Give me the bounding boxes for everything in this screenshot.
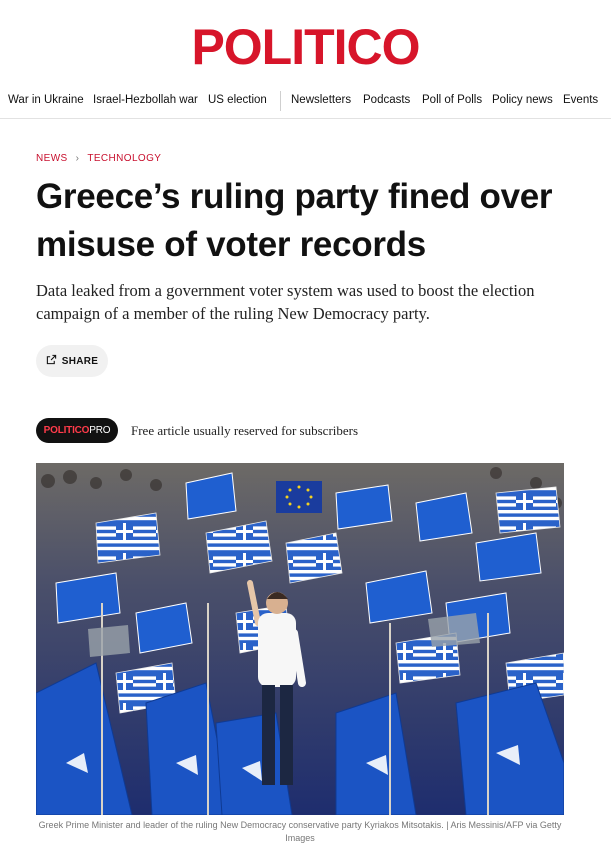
nav-item-newsletters[interactable]: Newsletters — [291, 94, 351, 106]
politico-logo[interactable]: POLITICO — [0, 22, 611, 72]
nav-item-poll-of-polls[interactable]: Poll of Polls — [422, 94, 482, 106]
photo-caption: Greek Prime Minister and leader of the r… — [38, 820, 562, 843]
chevron-right-icon: › — [75, 153, 80, 164]
breadcrumb-technology[interactable]: TECHNOLOGY — [87, 153, 161, 164]
politico-pro-badge[interactable]: POLITICO PRO — [36, 418, 118, 443]
pro-badge-politico: POLITICO — [43, 425, 90, 436]
free-article-note: Free article usually reserved for subscr… — [131, 423, 359, 438]
article-photo — [36, 463, 564, 815]
nav-item-us-election[interactable]: US election — [208, 94, 267, 106]
nav-item-podcasts[interactable]: Podcasts — [363, 94, 410, 106]
nav-item-policy-news[interactable]: Policy news — [492, 94, 553, 106]
nav-item-israel-hezbollah-war[interactable]: Israel-Hezbollah war — [93, 94, 198, 106]
header-divider — [0, 118, 611, 119]
pro-badge-pro: PRO — [89, 425, 111, 436]
article-headline: Greece’s ruling party fined over misuse … — [36, 177, 553, 264]
share-button[interactable]: SHARE — [36, 345, 108, 377]
nav-divider — [280, 91, 281, 111]
nav-item-events[interactable]: Events — [563, 94, 598, 106]
breadcrumb: NEWS › TECHNOLOGY — [36, 153, 161, 164]
article-dek: Data leaked from a government voter syst… — [36, 281, 535, 323]
rally-photo-illustration — [36, 463, 564, 815]
breadcrumb-news[interactable]: NEWS — [36, 153, 68, 164]
share-icon — [46, 354, 57, 368]
share-label: SHARE — [61, 355, 99, 367]
nav-item-war-in-ukraine[interactable]: War in Ukraine — [8, 94, 84, 106]
top-nav: War in Ukraine Israel-Hezbollah war US e… — [0, 91, 611, 111]
